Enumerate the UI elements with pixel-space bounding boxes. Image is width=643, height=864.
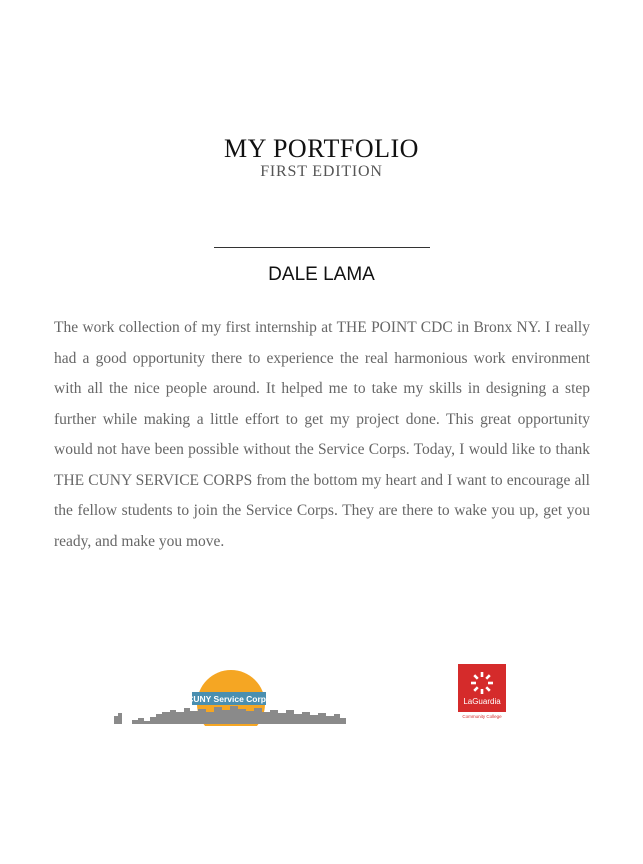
skyline-icon xyxy=(114,706,346,724)
author-name: DALE LAMA xyxy=(268,264,375,285)
laguardia-name: LaGuardia xyxy=(463,697,501,706)
intro-paragraph: The work collection of my first internsh… xyxy=(54,319,590,550)
laguardia-logo: LaGuardia Community College xyxy=(458,664,508,722)
laguardia-logo-box: LaGuardia xyxy=(458,664,506,712)
portfolio-title: MY PORTFOLIO xyxy=(224,134,419,163)
cuny-logo-text: CUNY Service Corps xyxy=(187,694,271,704)
laguardia-subtitle: Community College xyxy=(462,714,502,719)
cuny-service-corps-logo: CUNY Service Corps xyxy=(114,670,346,726)
divider-line xyxy=(214,247,430,248)
edition-subtitle: FIRST EDITION xyxy=(260,163,383,180)
